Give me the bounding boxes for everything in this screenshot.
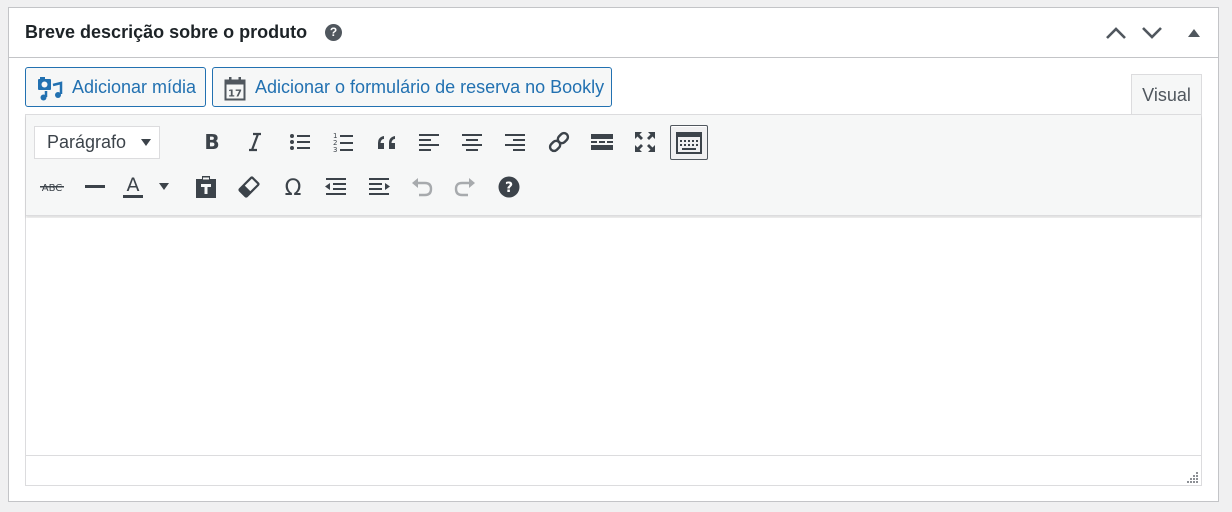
toggle-panel-icon[interactable] [1179, 18, 1209, 48]
outdent-icon[interactable] [318, 170, 354, 204]
text-color-icon[interactable]: A [120, 170, 156, 204]
special-character-icon[interactable]: Ω [275, 170, 311, 204]
indent-icon[interactable] [361, 170, 397, 204]
move-up-icon[interactable] [1101, 18, 1131, 48]
move-down-icon[interactable] [1137, 18, 1167, 48]
horizontal-line-icon[interactable] [77, 170, 113, 204]
undo-icon[interactable] [404, 170, 440, 204]
editor-content-area[interactable] [26, 218, 1201, 456]
editor: Parágrafo B 1 2 3 ABC A Ω ? [25, 114, 1202, 486]
strikethrough-icon[interactable]: ABC [34, 170, 70, 204]
text-color-dropdown-icon[interactable] [154, 170, 174, 204]
paste-as-text-icon[interactable] [188, 170, 224, 204]
svg-text:ABC: ABC [42, 183, 63, 194]
svg-text:17: 17 [228, 89, 242, 100]
panel-header: Breve descrição sobre o produto ? [9, 8, 1218, 58]
help-icon[interactable]: ? [325, 24, 342, 41]
add-booking-form-label: Adicionar o formulário de reserva no Boo… [255, 77, 605, 97]
tab-visual[interactable]: Visual [1131, 74, 1202, 115]
svg-text:Ω: Ω [285, 176, 302, 198]
fullscreen-icon[interactable] [627, 125, 663, 159]
format-select[interactable]: Parágrafo [34, 126, 160, 159]
clear-formatting-icon[interactable] [231, 170, 267, 204]
align-left-icon[interactable] [411, 125, 447, 159]
keyboard-help-icon[interactable]: ? [491, 170, 527, 204]
calendar-icon: 17 [224, 76, 246, 114]
add-media-label: Adicionar mídia [72, 77, 197, 97]
align-center-icon[interactable] [454, 125, 490, 159]
short-description-panel: Breve descrição sobre o produto ? Adicio… [8, 7, 1219, 502]
svg-text:B: B [204, 132, 219, 152]
editor-status-bar [26, 455, 1201, 485]
blockquote-icon[interactable] [368, 125, 404, 159]
add-booking-form-button[interactable]: 17 Adicionar o formulário de reserva no … [212, 67, 612, 107]
numbered-list-icon[interactable]: 1 2 3 [325, 125, 361, 159]
bold-icon[interactable]: B [194, 125, 230, 159]
add-media-button[interactable]: Adicionar mídia [25, 67, 206, 107]
svg-text:3: 3 [333, 146, 337, 153]
redo-icon[interactable] [447, 170, 483, 204]
bulleted-list-icon[interactable] [282, 125, 318, 159]
chevron-down-icon [141, 139, 151, 146]
format-select-value: Parágrafo [47, 132, 127, 152]
link-icon[interactable] [541, 125, 577, 159]
editor-toolbar: Parágrafo B 1 2 3 ABC A Ω ? [26, 115, 1201, 216]
italic-icon[interactable] [237, 125, 273, 159]
svg-text:A: A [127, 174, 140, 196]
read-more-icon[interactable] [584, 125, 620, 159]
toolbar-toggle-icon[interactable] [670, 125, 708, 160]
svg-text:?: ? [505, 180, 513, 196]
resize-handle-icon[interactable] [1185, 469, 1199, 483]
media-icon [37, 76, 63, 114]
align-right-icon[interactable] [497, 125, 533, 159]
panel-title: Breve descrição sobre o produto [25, 22, 308, 42]
